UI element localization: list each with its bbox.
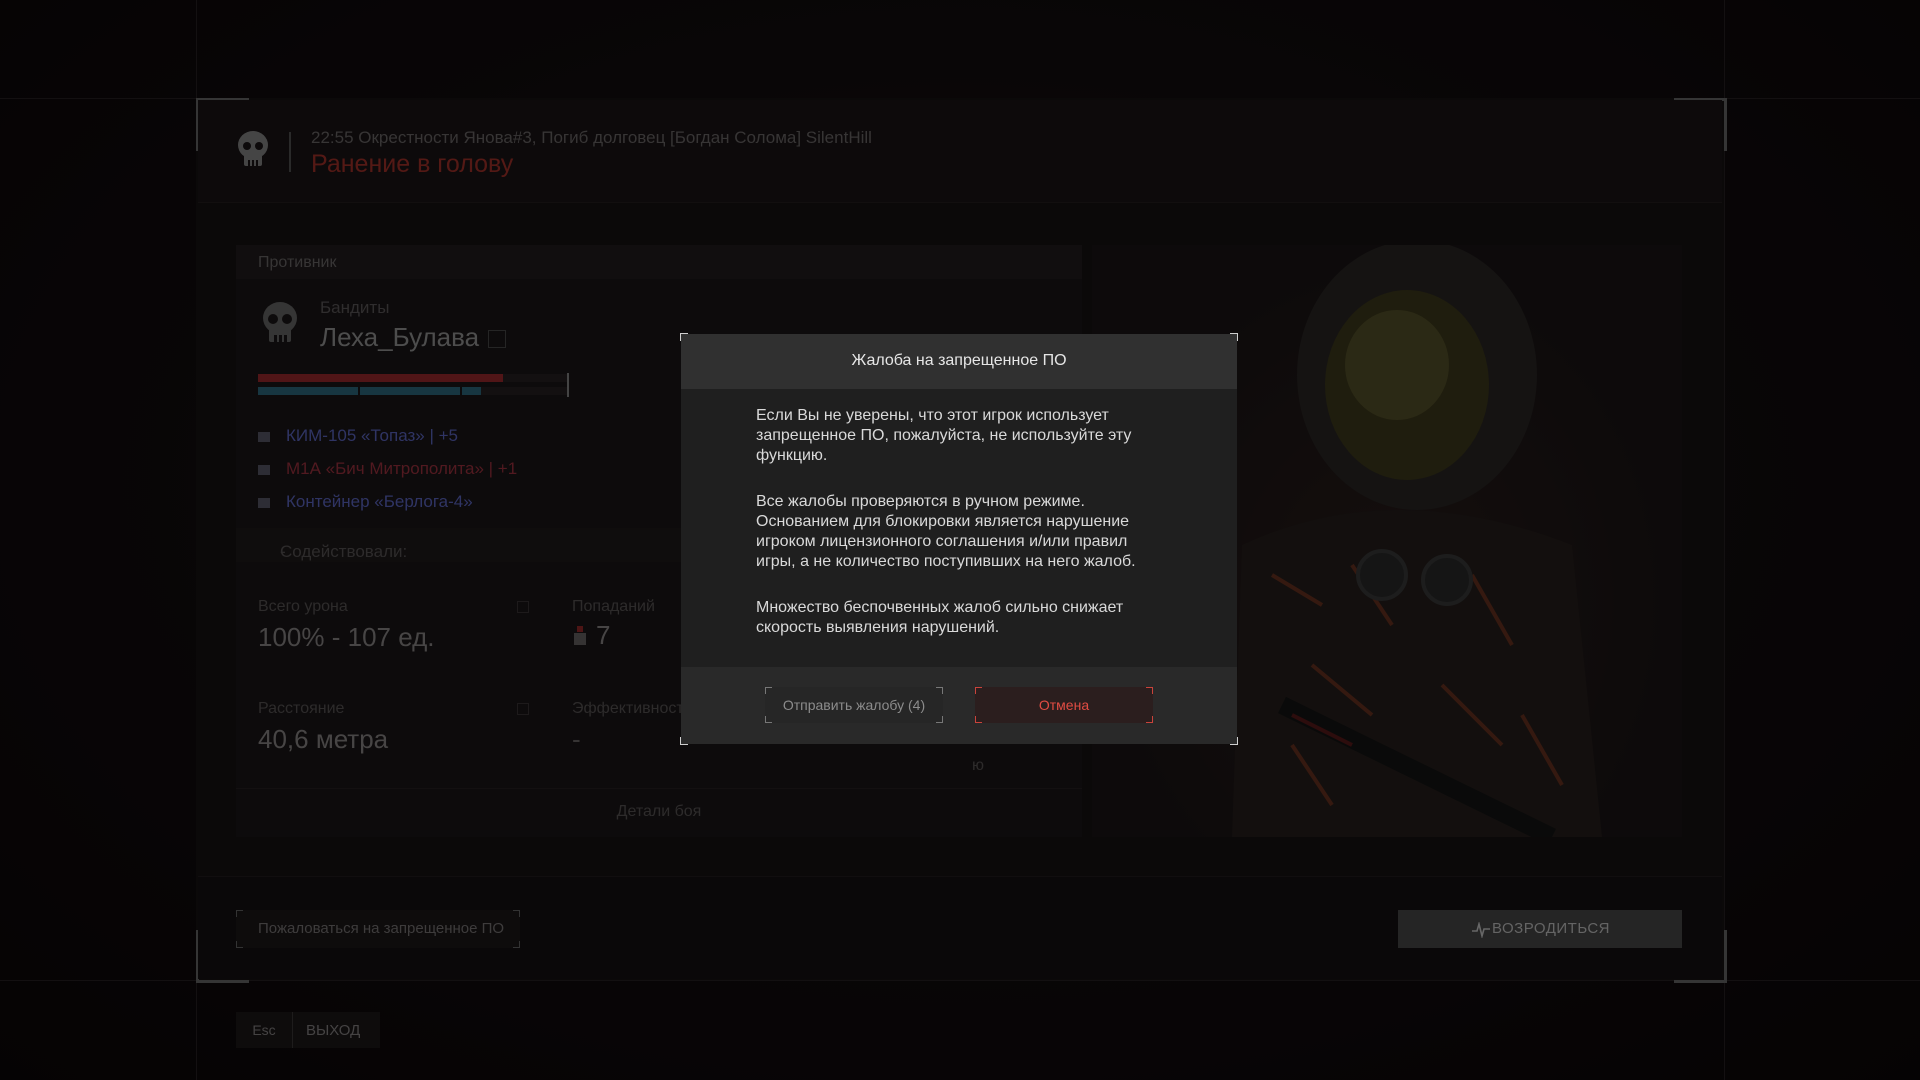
dialog-header: Жалоба на запрещенное ПО [681,334,1237,389]
dialog-paragraph: Множество беспочвенных жалоб сильно сниж… [756,599,1124,636]
send-report-label: Отправить жалобу (4) [782,697,926,713]
send-report-button[interactable]: Отправить жалобу (4) [765,687,943,723]
dialog-title: Жалоба на запрещенное ПО [851,352,1067,369]
cancel-button[interactable]: Отмена [975,687,1153,723]
dialog-paragraph: Если Вы не уверены, что этот игрок испол… [756,407,1132,464]
cancel-label: Отмена [1038,697,1090,713]
dialog-paragraph: Все жалобы проверяются в ручном режиме. … [756,493,1136,570]
report-dialog: Жалоба на запрещенное ПО Если Вы не увер… [680,333,1238,745]
dialog-body: Если Вы не уверены, что этот игрок испол… [756,406,1166,664]
